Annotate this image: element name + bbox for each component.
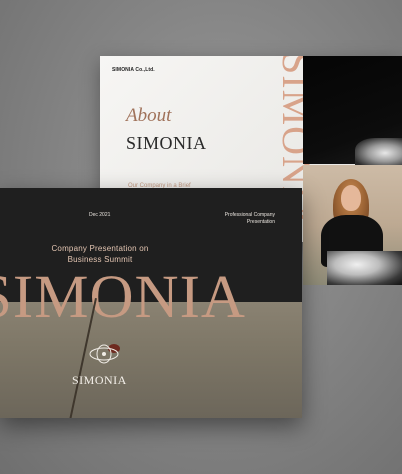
cover-big-brand: SIMONIA [0,264,246,331]
cover-right-label: Professional Company Presentation [210,212,275,226]
fabric-photo [303,56,402,168]
cover-presentation-line1: Company Presentation on [51,244,149,253]
cover-logo-text: SIMONIA [72,373,127,387]
silk-fabric-image [355,138,402,168]
portrait-fabric [327,251,402,285]
cover-slide: Dec 2021 Professional Company Presentati… [0,188,302,418]
cover-presentation-title: Company Presentation on Business Summit [40,244,160,266]
about-heading: SIMONIA [126,133,207,153]
company-logo-text: SIMONIA Co.,Ltd. [112,67,155,73]
cover-right-line1: Professional Company [224,212,275,218]
about-heading-italic: About [126,105,172,126]
cover-right-line2: Presentation [246,218,275,225]
portrait-face [341,185,361,211]
cover-date: Dec 2021 [89,212,111,218]
flower-logo-icon [89,344,119,364]
woman-portrait-photo [303,165,402,285]
